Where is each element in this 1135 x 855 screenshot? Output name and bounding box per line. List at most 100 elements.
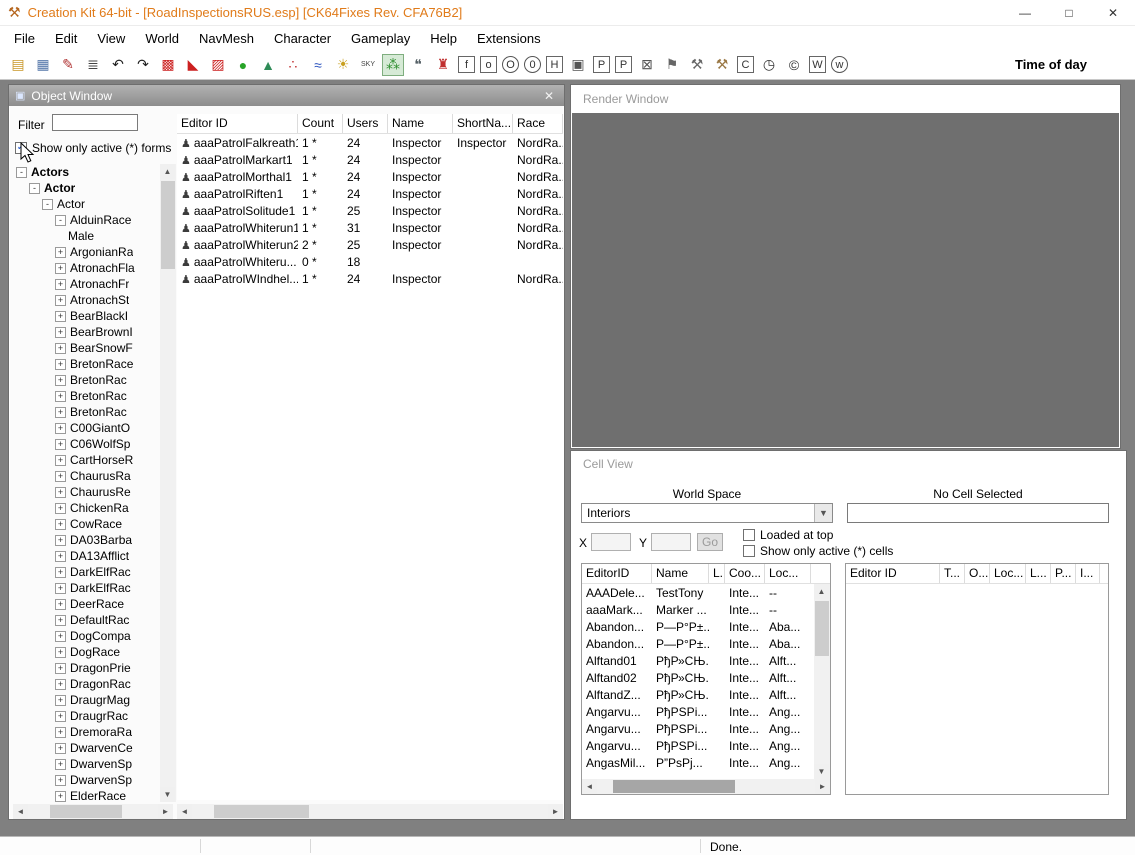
scroll-left-icon[interactable]: ◄ <box>177 804 192 819</box>
cells-vscroll-thumb[interactable] <box>815 601 829 656</box>
cells-vscrollbar[interactable]: ▲ ▼ <box>814 584 830 779</box>
expand-toggle-icon[interactable]: + <box>55 775 66 786</box>
expand-toggle-icon[interactable]: - <box>42 199 53 210</box>
scroll-up-icon[interactable]: ▲ <box>160 164 175 179</box>
world-spaces-icon[interactable]: ● <box>233 55 253 75</box>
window-h-icon[interactable]: H <box>546 56 563 73</box>
object-row[interactable]: ♟aaaPatrolRiften11 *24InspectorNordRa... <box>177 185 563 202</box>
undo-icon[interactable]: ↶ <box>108 55 128 75</box>
scroll-right-icon[interactable]: ► <box>158 804 173 819</box>
object-row[interactable]: ♟aaaPatrolSolitude11 *25InspectorNordRa.… <box>177 202 563 219</box>
close-button[interactable]: ✕ <box>1091 0 1135 25</box>
cells-hscroll-track[interactable] <box>597 779 815 794</box>
expand-toggle-icon[interactable]: + <box>55 391 66 402</box>
loaded-at-top-checkbox[interactable] <box>743 529 755 541</box>
cell-row[interactable]: Angarvu...РђРЅРі...Inte...Ang... <box>582 737 830 754</box>
object-row[interactable]: ♟aaaPatrolMarkart11 *24InspectorNordRa..… <box>177 151 563 168</box>
menu-item-gameplay[interactable]: Gameplay <box>341 26 420 50</box>
tree-item[interactable]: +DogCompa <box>13 628 159 644</box>
expand-toggle-icon[interactable]: + <box>55 263 66 274</box>
object-row[interactable]: ♟aaaPatrolFalkreath11 *24InspectorInspec… <box>177 134 563 151</box>
object-row[interactable]: ♟aaaPatrolWhiterun11 *31InspectorNordRa.… <box>177 219 563 236</box>
tree-item[interactable]: +DwarvenSp <box>13 756 159 772</box>
object-row[interactable]: ♟aaaPatrolWhiterun22 *25InspectorNordRa.… <box>177 236 563 253</box>
tree-hscroll-track[interactable] <box>28 804 158 819</box>
column-header[interactable]: Editor ID <box>846 564 940 583</box>
tree-item[interactable]: +DarkElfRac <box>13 564 159 580</box>
tree-hscroll-thumb[interactable] <box>50 805 122 818</box>
object-row[interactable]: ♟aaaPatrolWhiteru...0 *18 <box>177 253 563 270</box>
animation-icon[interactable]: ≈ <box>308 55 328 75</box>
tree-item[interactable]: +DraugrMag <box>13 692 159 708</box>
expand-toggle-icon[interactable]: + <box>55 759 66 770</box>
expand-toggle-icon[interactable]: + <box>55 679 66 690</box>
expand-toggle-icon[interactable]: - <box>55 215 66 226</box>
cell-row[interactable]: Abandon...Р—Р°Р±...Inte...Aba... <box>582 635 830 652</box>
object-table-hscrollbar[interactable]: ◄ ► <box>177 804 563 819</box>
circle-o-icon[interactable]: O <box>502 56 519 73</box>
expand-toggle-icon[interactable]: + <box>55 279 66 290</box>
expand-toggle-icon[interactable]: + <box>55 343 66 354</box>
cell-row[interactable]: AngasMil...Р”РѕРј...Inte...Ang... <box>582 754 830 771</box>
tree-item[interactable]: +CartHorseR <box>13 452 159 468</box>
tree-item[interactable]: +C06WolfSp <box>13 436 159 452</box>
cell-row[interactable]: Abandon...Р—Р°Р±...Inte...Aba... <box>582 618 830 635</box>
scroll-down-icon[interactable]: ▼ <box>814 764 829 779</box>
x-coordinate-input[interactable] <box>591 533 631 551</box>
tree-item[interactable]: -Actor <box>13 196 159 212</box>
cell-view-titlebar[interactable]: Cell View <box>571 451 1126 477</box>
tree-item[interactable]: +ArgonianRa <box>13 244 159 260</box>
menu-item-edit[interactable]: Edit <box>45 26 87 50</box>
object-row[interactable]: ♟aaaPatrolMorthal11 *24InspectorNordRa..… <box>177 168 563 185</box>
menu-item-extensions[interactable]: Extensions <box>467 26 551 50</box>
object-window-close-icon[interactable]: ✕ <box>540 89 558 103</box>
menu-item-file[interactable]: File <box>4 26 45 50</box>
expand-toggle-icon[interactable]: + <box>55 743 66 754</box>
column-header[interactable]: Race <box>513 114 563 133</box>
expand-toggle-icon[interactable]: + <box>55 647 66 658</box>
expand-toggle-icon[interactable]: + <box>55 567 66 578</box>
copyright-icon[interactable]: © <box>784 55 804 75</box>
menu-item-view[interactable]: View <box>87 26 135 50</box>
expand-toggle-icon[interactable]: + <box>55 711 66 722</box>
snap-to-grid-icon[interactable]: ▩ <box>158 55 178 75</box>
tree-item[interactable]: +BretonRac <box>13 404 159 420</box>
cells-vscroll-track[interactable] <box>814 599 830 764</box>
filter-input[interactable] <box>52 114 138 131</box>
cell-row[interactable]: AAADele...TestTonyInte...-- <box>582 584 830 601</box>
expand-toggle-icon[interactable]: + <box>55 791 66 802</box>
tree-item[interactable]: +AtronachSt <box>13 292 159 308</box>
tree-item[interactable]: +C00GiantO <box>13 420 159 436</box>
tree-item[interactable]: +DeerRace <box>13 596 159 612</box>
tree-item[interactable]: +DremoraRa <box>13 724 159 740</box>
tree-hscrollbar[interactable]: ◄ ► <box>13 804 173 819</box>
expand-toggle-icon[interactable]: + <box>55 423 66 434</box>
expand-toggle-icon[interactable]: - <box>29 183 40 194</box>
column-header[interactable]: EditorID <box>582 564 652 583</box>
grass-toggle-icon[interactable]: ⁂ <box>383 55 403 75</box>
landscape-edit-icon[interactable]: ▲ <box>258 55 278 75</box>
tree-item[interactable]: +CowRace <box>13 516 159 532</box>
preferences-icon[interactable]: ≣ <box>83 55 103 75</box>
cells-hscrollbar[interactable]: ◄ ► <box>582 779 830 794</box>
expand-toggle-icon[interactable]: + <box>55 551 66 562</box>
tree-item[interactable]: +BretonRac <box>13 372 159 388</box>
tree-vscroll-thumb[interactable] <box>161 181 175 269</box>
column-header[interactable]: Loc... <box>990 564 1026 583</box>
tree-vscroll-track[interactable] <box>160 179 176 787</box>
dialogue-icon[interactable]: ❝ <box>408 55 428 75</box>
scroll-left-icon[interactable]: ◄ <box>13 804 28 819</box>
tree-item[interactable]: +DwarvenCe <box>13 740 159 756</box>
save-plugin-icon[interactable]: ▦ <box>33 55 53 75</box>
column-header[interactable]: Coo... <box>725 564 765 583</box>
tree-item[interactable]: +BretonRace <box>13 356 159 372</box>
tree-item[interactable]: +BearBlackI <box>13 308 159 324</box>
tree-item[interactable]: -Actor <box>13 180 159 196</box>
minimize-button[interactable]: — <box>1003 0 1047 25</box>
menu-item-navmesh[interactable]: NavMesh <box>189 26 264 50</box>
column-header[interactable]: L. <box>709 564 725 583</box>
cell-row[interactable]: Alftand01РђР»СЊ...Inte...Alft... <box>582 652 830 669</box>
axe-tool-icon[interactable]: ⚒ <box>687 55 707 75</box>
circle-w-icon[interactable]: w <box>831 56 848 73</box>
tree-item[interactable]: +DarkElfRac <box>13 580 159 596</box>
